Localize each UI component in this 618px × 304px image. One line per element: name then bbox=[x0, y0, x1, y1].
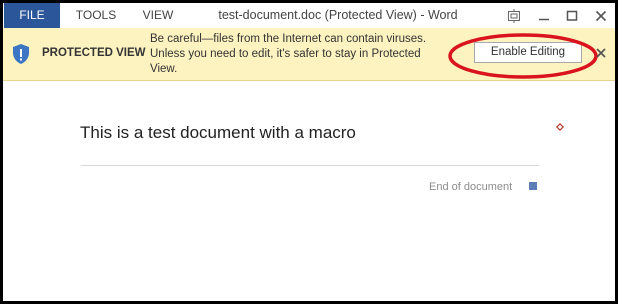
protected-view-bar: PROTECTED VIEW Be careful—files from the… bbox=[3, 28, 615, 81]
message-line: Be careful—files from the Internet can c… bbox=[150, 33, 427, 45]
tab-view[interactable]: VIEW bbox=[133, 3, 183, 28]
message-line: Unless you need to edit, it's safer to s… bbox=[150, 48, 421, 60]
close-banner-icon[interactable] bbox=[593, 45, 609, 61]
tab-file[interactable]: FILE bbox=[4, 3, 60, 28]
ribbon-display-icon[interactable] bbox=[505, 7, 523, 25]
window-title: test-document.doc (Protected View) - Wor… bbox=[218, 8, 458, 22]
shield-icon bbox=[12, 43, 30, 65]
diamond-marker-icon bbox=[555, 118, 565, 132]
enable-editing-button[interactable]: Enable Editing bbox=[474, 42, 582, 63]
message-line: View. bbox=[150, 63, 178, 75]
tab-tools[interactable]: TOOLS bbox=[67, 3, 125, 28]
minimize-icon[interactable] bbox=[535, 7, 553, 25]
word-window: FILE TOOLS VIEW test-document.doc (Prote… bbox=[0, 0, 618, 304]
protected-view-message: Be careful—files from the Internet can c… bbox=[150, 32, 460, 77]
close-icon[interactable] bbox=[592, 7, 610, 25]
protected-view-label: PROTECTED VIEW bbox=[42, 47, 146, 59]
document-area[interactable]: This is a test document with a macro End… bbox=[3, 81, 615, 301]
divider bbox=[81, 165, 539, 166]
title-bar: FILE TOOLS VIEW test-document.doc (Prote… bbox=[3, 3, 615, 28]
end-of-document-marker bbox=[529, 182, 537, 190]
maximize-icon[interactable] bbox=[563, 7, 581, 25]
end-of-document-label: End of document bbox=[429, 181, 513, 193]
document-heading: This is a test document with a macro bbox=[80, 123, 356, 142]
